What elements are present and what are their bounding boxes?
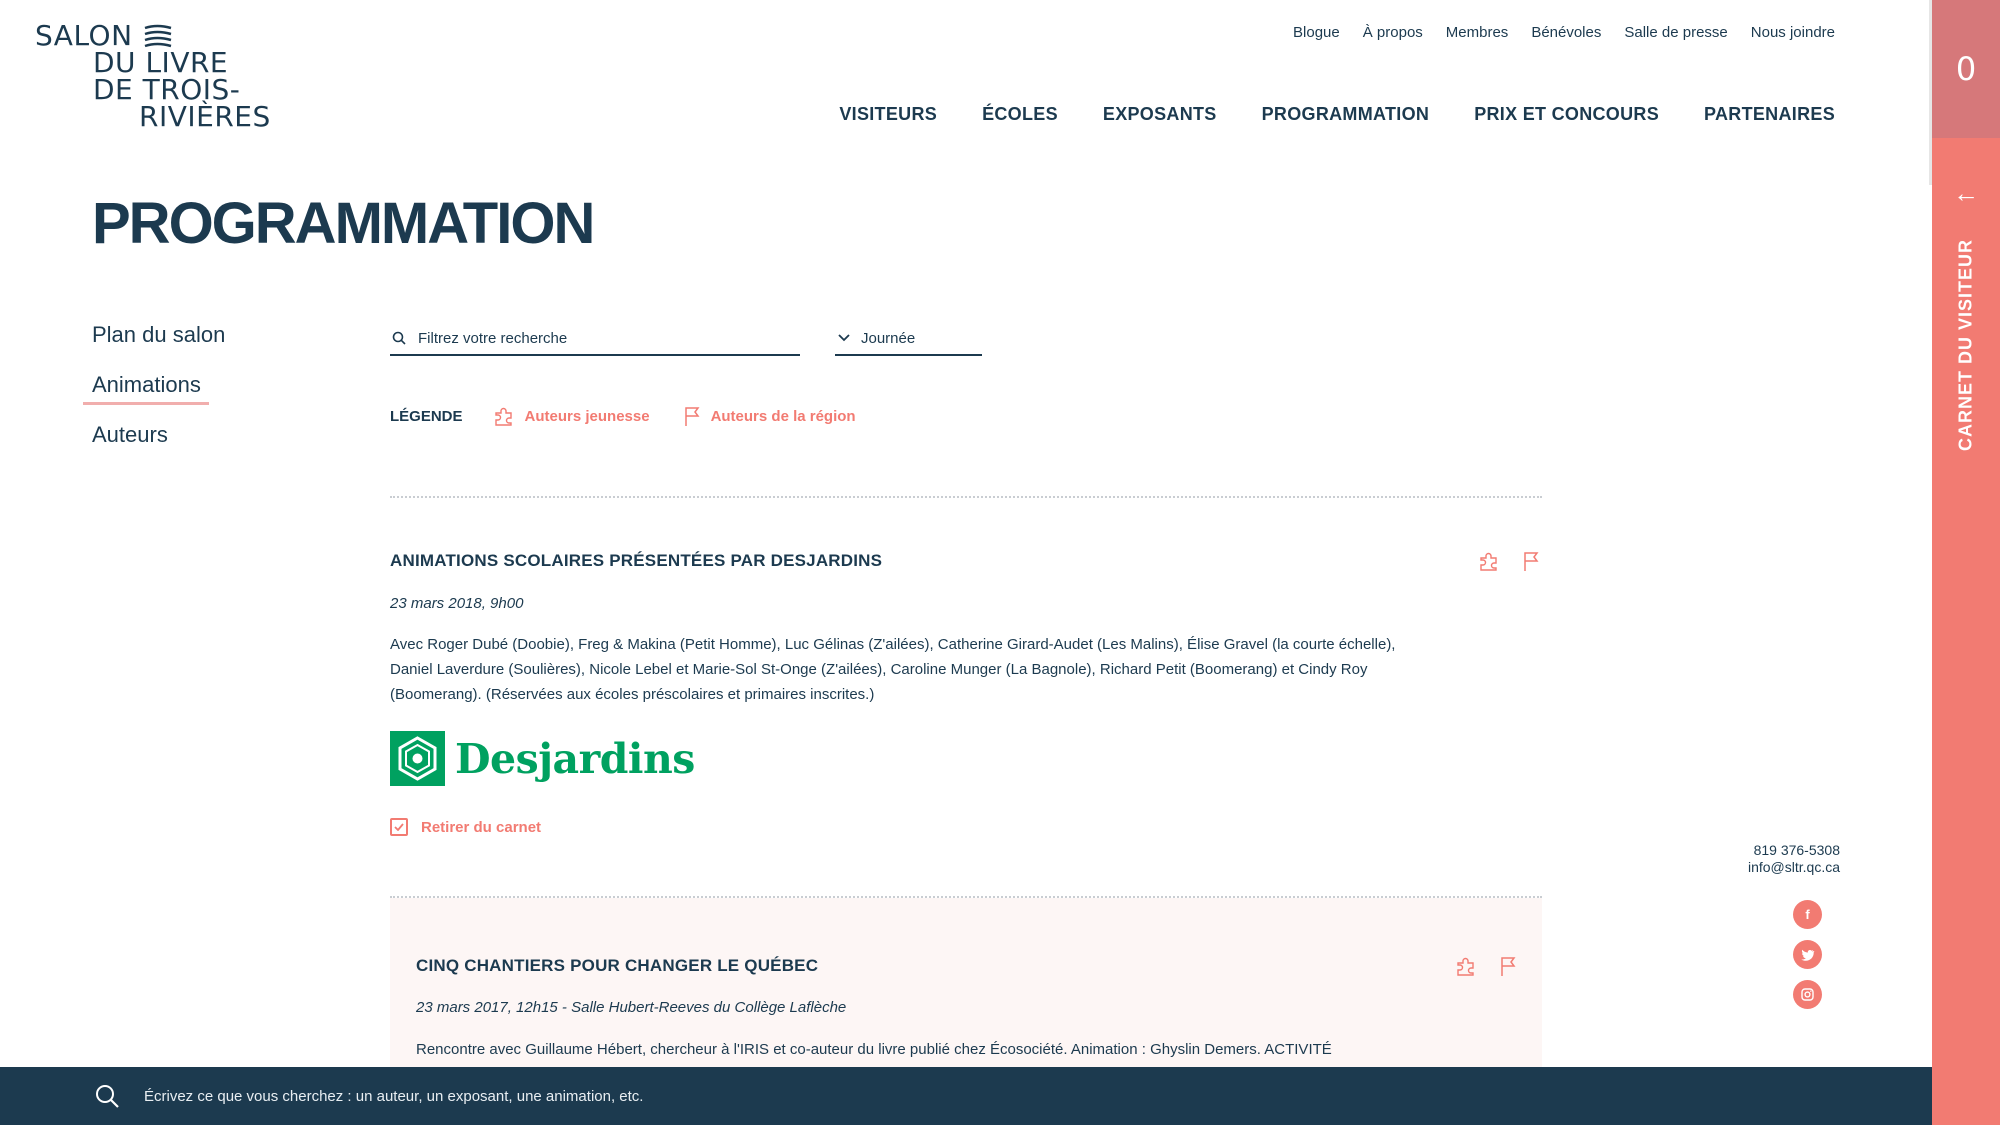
- nav-ecoles[interactable]: ÉCOLES: [982, 104, 1058, 125]
- topnav-salle-de-presse[interactable]: Salle de presse: [1624, 24, 1727, 41]
- legend-youth-label: Auteurs jeunesse: [524, 407, 650, 425]
- puzzle-icon: [1457, 957, 1474, 976]
- search-filter: [390, 322, 800, 356]
- event-icons: [1478, 550, 1540, 572]
- chevron-down-icon: [838, 334, 850, 342]
- nav-visiteurs[interactable]: VISITEURS: [839, 104, 937, 125]
- carnet-label-wrap: CARNET DU VISITEUR: [1944, 238, 1988, 452]
- side-menu: Plan du salon Animations Auteurs: [82, 320, 225, 470]
- contact-info: 819 376-5308 info@sltr.qc.ca: [1748, 842, 1840, 876]
- nav-partenaires[interactable]: PARTENAIRES: [1704, 104, 1835, 125]
- contact-email[interactable]: info@sltr.qc.ca: [1748, 859, 1840, 876]
- waves-icon: [144, 24, 171, 48]
- event-description-line: (Boomerang). (Réservées aux écoles présc…: [390, 686, 875, 703]
- topnav-blogue[interactable]: Blogue: [1293, 24, 1340, 41]
- checkbox-checked-icon: [390, 818, 408, 836]
- legend-region: Auteurs de la région: [683, 405, 856, 427]
- search-icon: [392, 331, 406, 345]
- global-search-input[interactable]: [142, 1086, 1046, 1106]
- puzzle-icon: [1480, 552, 1497, 571]
- bottom-search-bar: [0, 1067, 1932, 1125]
- nav-prix-et-concours[interactable]: PRIX ET CONCOURS: [1474, 104, 1659, 125]
- logo-line-4: RIVIÈRES: [139, 100, 271, 133]
- instagram-icon[interactable]: [1793, 980, 1822, 1009]
- legend-youth: Auteurs jeunesse: [493, 405, 650, 427]
- contact-phone[interactable]: 819 376-5308: [1748, 842, 1840, 859]
- side-menu-plan-du-salon[interactable]: Plan du salon: [92, 320, 225, 370]
- day-select[interactable]: Journée: [835, 322, 982, 356]
- day-select-label: Journée: [861, 329, 916, 347]
- carnet-count: 0: [1955, 50, 1977, 88]
- divider: [390, 496, 1542, 498]
- remove-from-carnet-button[interactable]: Retirer du carnet: [390, 818, 541, 836]
- topnav-benevoles[interactable]: Bénévoles: [1531, 24, 1601, 41]
- logo-line-2: DU LIVRE: [93, 46, 229, 79]
- topnav-membres[interactable]: Membres: [1446, 24, 1509, 41]
- event-date: 23 mars 2018, 9h00: [390, 595, 524, 612]
- remove-from-carnet-label: Retirer du carnet: [421, 818, 542, 836]
- puzzle-icon: [494, 407, 512, 426]
- event-icons: [1455, 955, 1517, 977]
- search-input[interactable]: [416, 328, 780, 348]
- desjardins-hexagon-icon: [390, 731, 445, 786]
- nav-exposants[interactable]: EXPOSANTS: [1103, 104, 1217, 125]
- topnav-a-propos[interactable]: À propos: [1363, 24, 1423, 41]
- event-description: Rencontre avec Guillaume Hébert, cherche…: [416, 1041, 1332, 1058]
- nav-programmation[interactable]: PROGRAMMATION: [1262, 104, 1430, 125]
- twitter-icon[interactable]: [1793, 940, 1822, 969]
- carnet-count-badge[interactable]: 0: [1932, 0, 2000, 138]
- side-menu-animations[interactable]: Animations: [82, 370, 225, 420]
- event-title[interactable]: CINQ CHANTIERS POUR CHANGER LE QUÉBEC: [416, 956, 818, 976]
- facebook-icon[interactable]: f: [1793, 900, 1822, 929]
- legend-label: LÉGENDE: [390, 407, 463, 425]
- event-description: Avec Roger Dubé (Doobie), Freg & Makina …: [390, 632, 1410, 707]
- event-description-line: Daniel Laverdure (Soulières), Nicole Leb…: [390, 661, 1368, 678]
- event-title[interactable]: ANIMATIONS SCOLAIRES PRÉSENTÉES PAR DESJ…: [390, 551, 882, 571]
- flag-icon: [1524, 552, 1539, 571]
- page-title: PROGRAMMATION: [92, 191, 595, 256]
- event-description-line: Avec Roger Dubé (Doobie), Freg & Makina …: [390, 636, 1396, 653]
- top-nav: Blogue À propos Membres Bénévoles Salle …: [1293, 24, 1835, 41]
- sponsor-logo: Desjardins: [390, 731, 695, 786]
- site-logo[interactable]: SALON DU LIVRE DE TROIS- RIVIÈRES: [35, 22, 271, 133]
- event-date: 23 mars 2017, 12h15 - Salle Hubert-Reeve…: [416, 999, 847, 1016]
- sponsor-name: Desjardins: [455, 734, 695, 783]
- legend: LÉGENDE Auteurs jeunesse Auteurs de la r…: [390, 405, 889, 427]
- search-icon[interactable]: [94, 1083, 120, 1109]
- flag-icon: [1501, 957, 1516, 976]
- logo-line-3: DE TROIS-: [93, 73, 241, 106]
- main-nav: VISITEURS ÉCOLES EXPOSANTS PROGRAMMATION…: [839, 104, 1835, 125]
- side-menu-auteurs[interactable]: Auteurs: [92, 420, 225, 470]
- topnav-nous-joindre[interactable]: Nous joindre: [1751, 24, 1835, 41]
- flag-icon: [684, 407, 700, 426]
- carnet-label: CARNET DU VISITEUR: [1955, 238, 1976, 452]
- legend-region-label: Auteurs de la région: [710, 407, 856, 425]
- arrow-left-icon[interactable]: ←: [1932, 178, 2000, 209]
